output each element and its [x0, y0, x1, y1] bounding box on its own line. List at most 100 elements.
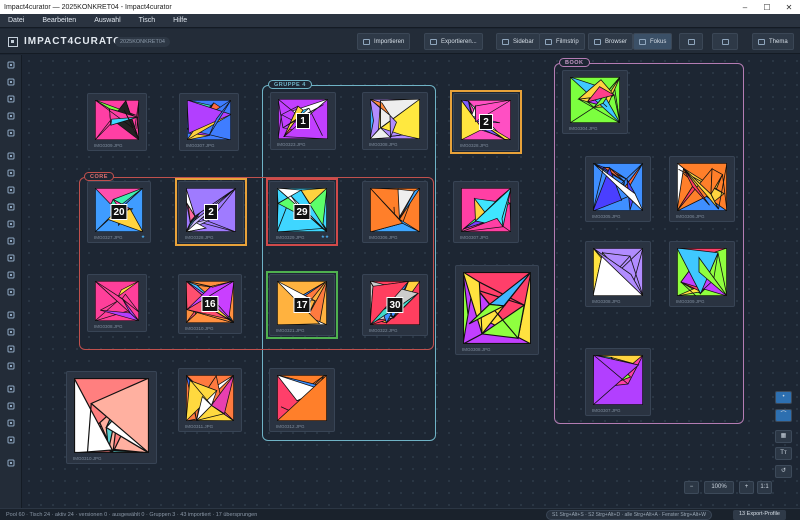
menu-tisch[interactable]: Tisch [139, 17, 155, 24]
pin-icon[interactable] [7, 436, 15, 444]
menu-bearbeiten[interactable]: Bearbeiten [42, 17, 76, 24]
image-card[interactable]: IMG0307.JPG [453, 181, 519, 243]
image-card[interactable]: IMG0328.JPG 2 [175, 178, 247, 246]
align-left-icon[interactable] [7, 203, 15, 211]
image-card[interactable]: IMG0311.JPG [178, 368, 242, 432]
file-name: IMG0312.JPG [276, 424, 305, 429]
theme-button[interactable]: Thema [752, 33, 794, 50]
rating-stars[interactable]: ★ [141, 234, 145, 240]
align-center-icon[interactable] [7, 220, 15, 228]
zoom-reset-button[interactable]: 1:1 [757, 481, 772, 494]
fullscreen-icon[interactable] [7, 362, 15, 370]
image-card[interactable]: IMG0327.JPG ★ 20 [87, 181, 151, 243]
thumbnail-image [277, 375, 327, 421]
view-sidebar-button[interactable]: Sidebar [496, 33, 540, 50]
pan-tool-icon[interactable] [7, 78, 15, 86]
zoom-out-icon[interactable] [7, 112, 15, 120]
undo-button[interactable]: ↺ [775, 465, 792, 478]
image-card[interactable]: IMG0306.JPG [669, 156, 735, 222]
image-card[interactable]: IMG0304.JPG [562, 70, 628, 134]
link-button[interactable]: ⌒ [775, 409, 792, 422]
camera-icon[interactable] [7, 385, 15, 393]
thumbnail-image [95, 100, 139, 140]
menu-hilfe[interactable]: Hilfe [173, 17, 187, 24]
grid-toggle-button[interactable]: ▦ [775, 430, 792, 443]
select-tool-icon[interactable] [7, 61, 15, 69]
panel-toggle-button[interactable] [712, 33, 738, 50]
layout-icon [687, 38, 695, 45]
image-card[interactable]: IMG0309.JPG [669, 241, 735, 307]
file-name: IMG0322.JPG [369, 328, 398, 333]
align-right-icon[interactable] [7, 237, 15, 245]
view-fokus-button[interactable]: Fokus [633, 33, 673, 50]
image-icon[interactable] [7, 419, 15, 427]
image-card[interactable]: IMG0307.JPG [179, 93, 239, 151]
image-card[interactable]: IMG0310.JPG [66, 371, 157, 464]
arrange-icon[interactable] [7, 169, 15, 177]
distribute-h-icon[interactable] [7, 311, 15, 319]
group-label-core[interactable]: CORE [84, 172, 114, 181]
image-card[interactable]: IMG0309.JPG [87, 93, 147, 151]
align-middle-icon[interactable] [7, 271, 15, 279]
image-card[interactable]: IMG0307.JPG [585, 348, 651, 416]
image-card[interactable]: IMG0321.JPG 17 [266, 271, 338, 339]
tool-sidebar [0, 55, 22, 508]
frame-icon[interactable] [7, 345, 15, 353]
layout-toggle-button[interactable] [679, 33, 703, 50]
view-browser-button[interactable]: Browser [588, 33, 634, 50]
group-label-gruppe4[interactable]: GRUPPE 4 [268, 80, 312, 89]
zoom-out-button[interactable]: − [684, 481, 699, 494]
thumbnail-image [593, 163, 643, 211]
zoom-in-button[interactable]: + [739, 481, 754, 494]
image-card[interactable]: IMG0312.JPG [269, 368, 335, 432]
light-table-canvas[interactable]: GRUPPE 4 CORE BOOK IMG0309.JPG IMG0307.JP… [23, 55, 800, 508]
file-name: IMG0305.JPG [592, 214, 621, 219]
image-card[interactable]: IMG0306.JPG [362, 181, 428, 243]
image-card[interactable]: IMG0322.JPG 30 [362, 274, 428, 336]
image-card[interactable]: IMG0329.JPG ★★ 29 [266, 178, 338, 246]
image-card[interactable]: IMG0308.JPG [362, 92, 428, 150]
app-logo-icon [8, 37, 18, 47]
grid-icon[interactable] [7, 152, 15, 160]
image-card[interactable]: IMG0328.JPG 2 [450, 90, 522, 154]
image-card[interactable]: IMG0308.JPG [87, 274, 147, 332]
file-name: IMG0306.JPG [369, 235, 398, 240]
disable-icon[interactable] [7, 459, 15, 467]
minimize-button[interactable]: – [734, 3, 756, 12]
thumbnail-image [74, 378, 149, 453]
image-card[interactable]: IMG0308.JPG [585, 241, 651, 307]
zoom-level: 100% [704, 481, 734, 494]
align-bottom-icon[interactable] [7, 288, 15, 296]
menu-datei[interactable]: Datei [8, 17, 24, 24]
selection-outline [266, 271, 338, 339]
export-label: Exportieren... [441, 38, 477, 45]
thumbnail-image [593, 248, 643, 296]
menu-auswahl[interactable]: Auswahl [94, 17, 120, 24]
view-sidebar-label: Sidebar [513, 38, 534, 45]
text-tool-button[interactable]: Tт [775, 447, 792, 460]
file-name: IMG0307.JPG [592, 408, 621, 413]
file-name: IMG0310.JPG [73, 456, 102, 461]
add-group-button[interactable]: • [775, 391, 792, 404]
image-card[interactable]: IMG0308.JPG [455, 265, 539, 355]
image-card[interactable]: IMG0310.JPG 16 [178, 274, 242, 334]
export-button[interactable]: Exportieren... [424, 33, 483, 50]
align-top-icon[interactable] [7, 254, 15, 262]
distribute-v-icon[interactable] [7, 328, 15, 336]
history-icon[interactable] [7, 402, 15, 410]
view-filmstrip-button[interactable]: Filmstrip [539, 33, 585, 50]
close-button[interactable]: ✕ [778, 3, 800, 12]
magic-icon[interactable] [7, 186, 15, 194]
thumbnail-image [461, 188, 511, 232]
fit-icon[interactable] [7, 129, 15, 137]
export-profiles-button[interactable]: 13 Export-Profile [733, 510, 786, 520]
import-button[interactable]: Importieren [357, 33, 411, 50]
file-name: IMG0306.JPG [676, 214, 705, 219]
zoom-in-icon[interactable] [7, 95, 15, 103]
group-label-book[interactable]: BOOK [559, 58, 590, 67]
maximize-button[interactable]: ☐ [756, 3, 778, 12]
image-card[interactable]: IMG0323.JPG 1 [270, 92, 336, 150]
image-card[interactable]: IMG0305.JPG [585, 156, 651, 222]
thumbnail-image [370, 188, 420, 232]
selection-outline [450, 90, 522, 154]
